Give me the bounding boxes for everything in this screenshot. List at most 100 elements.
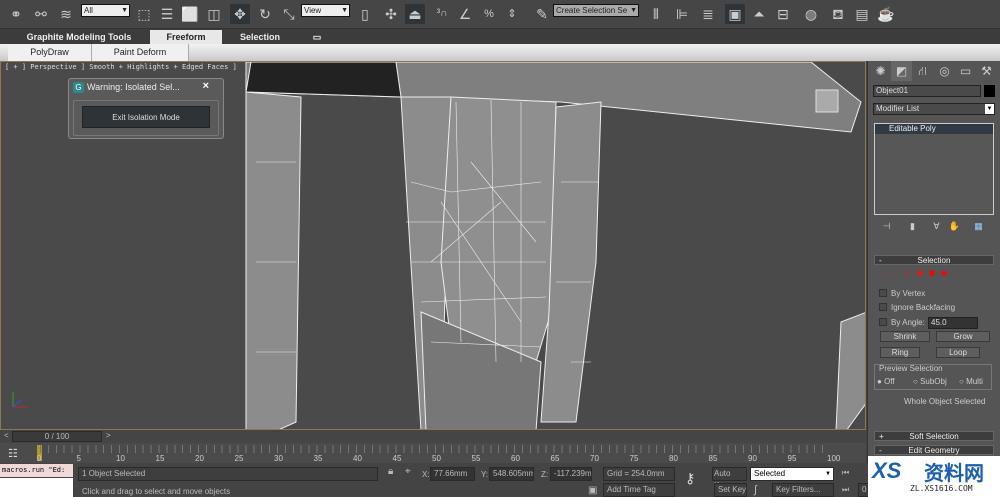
select-by-name-icon[interactable]: ☰ <box>157 4 177 24</box>
frame-tick-label: 20 <box>195 454 204 463</box>
y-coordinate-field[interactable]: 548.605mm <box>489 467 534 481</box>
selection-count: 1 Object Selected <box>78 467 378 481</box>
spinner-snap-icon[interactable]: ⇕ <box>502 4 522 24</box>
panel-paint-deform[interactable]: Paint Deform <box>92 44 189 61</box>
key-mode-dropdown[interactable]: Selected ▼ <box>750 467 834 481</box>
align-icon[interactable]: ⊫ <box>672 4 692 24</box>
ring-button[interactable]: Ring <box>880 347 920 358</box>
x-coordinate-field[interactable]: 77.66mm <box>430 467 475 481</box>
ignore-backfacing-checkbox[interactable]: Ignore Backfacing <box>879 303 955 313</box>
preview-subobj-radio[interactable]: ○ SubObj <box>913 377 947 386</box>
object-color-swatch[interactable] <box>984 85 995 97</box>
edit-geometry-rollout-header[interactable]: - Edit Geometry <box>874 445 994 455</box>
manipulate-icon[interactable]: ✣ <box>381 4 401 24</box>
time-slider[interactable]: < 0 / 100 > <box>0 430 866 443</box>
lock-selection-icon[interactable]: 🔒︎ <box>388 466 393 477</box>
bind-spacewarp-icon[interactable]: ≋ <box>56 4 76 24</box>
ribbon-options-icon[interactable]: ▭ <box>310 30 324 44</box>
soft-selection-rollout-header[interactable]: + Soft Selection <box>874 431 994 441</box>
rotate-icon[interactable]: ↻ <box>255 4 275 24</box>
z-coordinate-field[interactable]: -117.239mm <box>550 467 592 481</box>
rect-selection-icon[interactable]: ⬜ <box>180 4 200 24</box>
display-icon[interactable]: ▭ <box>955 61 976 81</box>
tab-graphite-modeling-tools[interactable]: Graphite Modeling Tools <box>20 30 138 44</box>
preview-multi-radio[interactable]: ○ Multi <box>959 377 983 386</box>
show-end-result-icon[interactable]: ▮ <box>902 219 923 233</box>
link-icon[interactable]: ⚭ <box>6 4 26 24</box>
window-crossing-icon[interactable]: ◫ <box>204 4 224 24</box>
subobject-level-icons[interactable]: ⋰✓◆■◈ <box>888 268 953 279</box>
curve-editor-icon[interactable]: ⏶ <box>749 4 769 24</box>
maxscript-input[interactable] <box>0 478 73 497</box>
selection-filter-dropdown[interactable]: All ▼ <box>81 4 130 17</box>
render-setup-icon[interactable]: ⛾ <box>828 4 848 24</box>
shrink-button[interactable]: Shrink <box>880 331 930 342</box>
utilities-icon[interactable]: ⚒ <box>976 61 997 81</box>
time-tag-icon[interactable]: ▣ <box>588 485 597 496</box>
mirror-icon[interactable]: ⫴ <box>646 4 666 24</box>
angle-snap-icon[interactable]: ∠ <box>455 4 475 24</box>
mini-curve-editor-icon[interactable]: ☷ <box>8 447 18 460</box>
preview-off-radio[interactable]: ● Off <box>877 377 895 386</box>
select-object-icon[interactable]: ⬚ <box>134 4 154 24</box>
prev-frame-button[interactable]: < <box>4 431 9 440</box>
key-filters-button[interactable]: Key Filters... <box>772 483 834 497</box>
object-name-field[interactable]: Object01 <box>873 85 981 97</box>
angle-field[interactable]: 45.0 <box>928 317 978 329</box>
by-vertex-label: By Vertex <box>891 289 926 298</box>
move-icon[interactable]: ✥ <box>230 4 250 24</box>
key-tangent-icon[interactable]: ∫ <box>754 484 757 496</box>
key-icon[interactable]: ⚷ <box>685 470 695 487</box>
set-key-button[interactable]: Set Key <box>714 483 747 497</box>
close-icon[interactable]: × <box>203 80 209 92</box>
reference-coordinate-dropdown[interactable]: View ▼ <box>301 4 350 17</box>
modifier-list-dropdown[interactable]: Modifier List ▼ <box>873 103 995 115</box>
grid-size: Grid = 254.0mm <box>603 467 675 481</box>
hierarchy-icon[interactable]: ⛙ <box>912 61 933 81</box>
tab-selection[interactable]: Selection <box>230 30 290 44</box>
material-editor-icon[interactable]: ◍ <box>801 4 821 24</box>
layer-manager-icon[interactable]: ≣ <box>698 4 718 24</box>
exit-isolation-button[interactable]: Exit Isolation Mode <box>82 106 210 128</box>
maxscript-listener[interactable]: macros.run "Ed: <box>0 464 73 477</box>
time-slider-thumb[interactable]: 0 / 100 <box>12 431 102 442</box>
edit-named-sets-icon[interactable]: ✎ <box>532 4 552 24</box>
tab-freeform[interactable]: Freeform <box>150 30 222 44</box>
add-time-tag-button[interactable]: Add Time Tag <box>603 483 675 497</box>
percent-snap-icon[interactable]: % <box>479 4 499 24</box>
create-icon[interactable]: ✺ <box>870 61 891 81</box>
graphite-toggle-icon[interactable]: ▣ <box>725 4 745 24</box>
selection-rollout-header[interactable]: - Selection <box>874 255 994 265</box>
remove-modifier-icon[interactable]: ✋ <box>944 219 965 233</box>
stack-item-editable-poly[interactable]: Editable Poly <box>875 124 993 134</box>
auto-key-button[interactable]: Auto Key <box>712 467 747 490</box>
motion-icon[interactable]: ◎ <box>934 61 955 81</box>
key-mode-toggle-icon[interactable]: ⏭ <box>842 485 849 495</box>
keyboard-shortcut-icon[interactable]: ⏏ <box>405 4 425 24</box>
schematic-view-icon[interactable]: ⊟ <box>773 4 793 24</box>
grow-button[interactable]: Grow <box>936 331 990 342</box>
pin-stack-icon[interactable]: ⊣ <box>876 219 897 233</box>
frame-tick-label: 70 <box>590 454 599 463</box>
loop-button[interactable]: Loop <box>936 347 980 358</box>
goto-start-icon[interactable]: ⏮ <box>842 468 849 478</box>
by-angle-checkbox[interactable]: By Angle: <box>879 318 925 328</box>
pivot-icon[interactable]: ▯ <box>355 4 375 24</box>
scale-icon[interactable]: ⤡ <box>279 4 299 24</box>
viewcube-icon[interactable] <box>815 89 839 113</box>
viewport-label[interactable]: [ + ] Perspective ] Smooth + Highlights … <box>5 63 237 71</box>
panel-polydraw[interactable]: PolyDraw <box>8 44 92 61</box>
rendered-frame-icon[interactable]: ▤ <box>852 4 872 24</box>
by-vertex-checkbox[interactable]: By Vertex <box>879 289 925 299</box>
next-frame-button[interactable]: > <box>106 431 111 440</box>
modify-icon[interactable]: ◩ <box>891 61 912 81</box>
render-icon[interactable]: ☕ <box>876 4 896 24</box>
frame-tick-label: 55 <box>471 454 481 463</box>
track-bar[interactable]: ☷ 0 5 10 15 20 25 30 35 40 45 50 55 60 65 70 75 80 85 90 95… <box>0 443 866 463</box>
snap-3d-icon[interactable]: ³∩ <box>432 4 452 24</box>
ignore-backfacing-label: Ignore Backfacing <box>891 303 956 312</box>
unlink-icon[interactable]: ⚯ <box>31 4 51 24</box>
named-selection-dropdown[interactable]: Create Selection Se ▼ <box>553 4 639 17</box>
configure-sets-icon[interactable]: ▦ <box>968 219 989 233</box>
absolute-mode-icon[interactable]: ⌖ <box>405 466 411 477</box>
